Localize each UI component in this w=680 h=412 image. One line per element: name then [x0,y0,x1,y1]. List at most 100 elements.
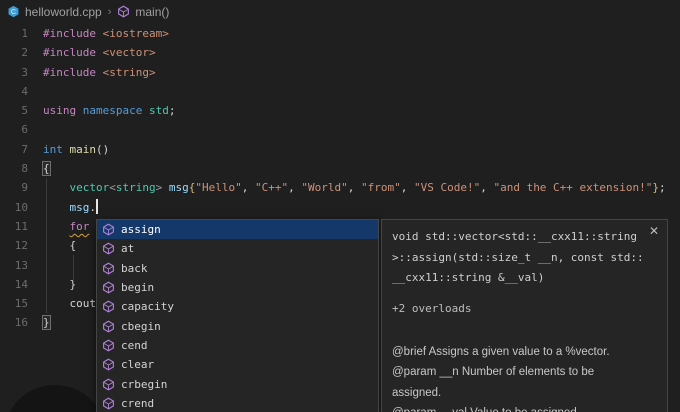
code-line[interactable]: 1 #include <iostream> [0,24,680,43]
token-pun: , [347,181,361,195]
breadcrumb-symbol-label: main() [135,4,170,19]
doc-note-line: @param __n Number of elements to be assi… [392,366,595,399]
token-pp: #include [43,27,96,40]
code-line[interactable]: 5 using namespace std; [0,101,680,120]
suggestion-item-crend[interactable]: crend [97,394,378,412]
token-pun [162,181,169,194]
suggestion-item-capacity[interactable]: capacity [97,297,378,316]
method-icon [102,397,115,410]
method-icon [102,378,115,391]
suggestion-item-cend[interactable]: cend [97,336,378,355]
method-icon [102,242,115,255]
breadcrumb-file[interactable]: C helloworld.cpp [7,5,102,19]
code-text: } [43,275,77,294]
method-icon [102,339,115,352]
code-text: msg. [43,198,98,217]
method-icon [117,5,130,18]
token-pun [142,104,149,117]
token-pun [96,27,103,40]
code-line[interactable]: 7 int main() [0,140,680,159]
suggestion-label: at [121,242,135,256]
svg-text:C: C [11,9,16,16]
code-line[interactable]: 4 [0,82,680,101]
intellisense-suggest-widget: assign at back begin capacity cbegin cend clear… [96,219,379,412]
token-kw2: using [43,104,77,118]
suggestion-label: capacity [121,300,174,314]
token-var: msg [168,181,189,195]
line-number: 16 [14,316,28,330]
code-line[interactable]: 2 #include <vector> [0,43,680,62]
line-number: 6 [21,123,28,137]
token-str: "VS Code!" [413,181,481,195]
line-number: 7 [21,142,28,156]
suggestion-item-assign[interactable]: assign [97,220,378,240]
suggest-docs-panel: void std::vector<std::__cxx11::string >:… [381,219,668,412]
token-angle: < [109,181,116,195]
line-number: 9 [21,181,28,195]
method-icon [102,262,115,275]
signature-line: void std::vector<std::__cxx11::string [392,230,638,243]
code-text: cout [43,294,97,313]
token-type: vector [69,181,110,195]
method-icon [102,223,115,236]
code-line[interactable]: 9 vector<string> msg{"Hello", "C++", "Wo… [0,178,680,197]
token-str: "World" [301,181,348,195]
code-text: { [42,159,51,178]
signature-line: __cxx11::string &__val) [392,271,545,284]
breadcrumb-symbol[interactable]: main() [117,5,169,19]
code-line[interactable]: 6 [0,120,680,139]
doc-note-line: @brief Assigns a given value to a %vecto… [392,345,610,358]
cpp-file-icon: C [7,5,20,18]
suggestion-item-crbegin[interactable]: crbegin [97,374,378,393]
code-text: { [43,236,77,255]
suggestion-label: assign [121,223,161,237]
breadcrumb-separator: › [107,5,112,18]
code-text: } [42,313,51,332]
code-line[interactable]: 10 msg. [0,198,680,217]
code-text: vector<string> msg{"Hello", "C++", "Worl… [43,178,666,197]
signature-line: >::assign(std::size_t __n, const std:: [392,250,644,264]
webcam-silhouette [4,385,106,412]
line-number: 11 [14,219,28,233]
token-pun: , [400,181,414,195]
line-number: 15 [14,297,28,311]
token-str: <string> [102,65,156,79]
token-str: "and the C++ extension!" [493,181,653,195]
code-text: using namespace std; [43,101,175,120]
line-number: 14 [14,277,28,291]
token-pun [96,46,103,59]
suggestion-item-at[interactable]: at [97,239,378,258]
suggestion-item-begin[interactable]: begin [97,278,378,297]
doc-notes: @brief Assigns a given value to a %vecto… [392,342,643,412]
breadcrumb: C helloworld.cpp › main() [0,0,680,23]
line-number: 5 [21,104,28,118]
indent-guide [46,178,47,313]
line-number: 4 [21,84,28,98]
token-type: std [148,104,169,118]
token-var: msg [69,200,90,214]
token-pun: , [480,181,494,195]
suggestion-item-cbegin[interactable]: cbegin [97,316,378,335]
code-text: for [43,217,90,236]
token-match: { [42,161,51,177]
line-number: 13 [14,258,28,272]
token-pun: , [241,181,255,195]
token-pun: , [288,181,302,195]
method-icon [102,281,115,294]
close-icon[interactable]: ✕ [649,224,659,238]
line-number: 1 [21,27,28,40]
code-line[interactable]: 3 #include <string> [0,63,680,82]
doc-note-line: @param __val Value to be assigned. [392,403,643,412]
suggestion-label: begin [121,281,155,295]
token-pp: #include [43,46,96,60]
breadcrumb-file-label: helloworld.cpp [25,4,102,19]
code-text: #include <vector> [43,43,156,62]
suggestion-item-clear[interactable]: clear [97,355,378,374]
text-cursor [96,199,98,215]
token-pun [76,104,83,117]
token-pun: cout [69,297,97,311]
code-line[interactable]: 8{ [0,159,680,178]
line-number: 2 [21,46,28,60]
token-str: <iostream> [102,27,169,40]
suggestion-item-back[interactable]: back [97,259,378,278]
